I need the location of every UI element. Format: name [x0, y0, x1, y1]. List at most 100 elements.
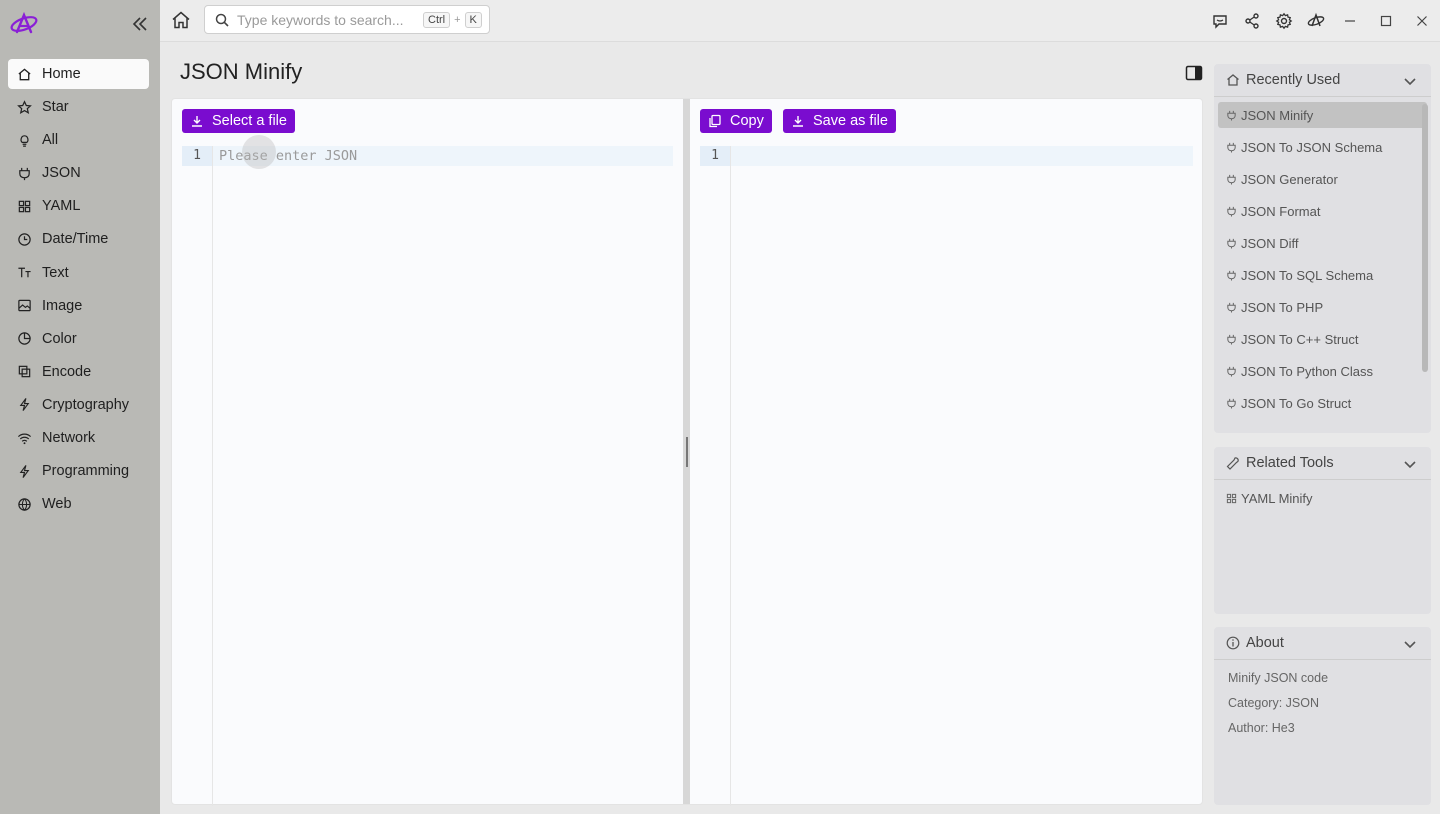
collapse-sidebar-icon[interactable] — [130, 14, 150, 34]
sidebar-item-yaml[interactable]: YAML — [8, 191, 149, 221]
list-item[interactable]: JSON To JSON Schema — [1218, 134, 1427, 160]
maximize-button[interactable] — [1368, 0, 1404, 42]
list-item-label: JSON To C++ Struct — [1241, 331, 1359, 347]
chevron-down-icon[interactable] — [1403, 457, 1417, 471]
sidebar-item-json[interactable]: JSON — [8, 158, 149, 188]
chevron-down-icon[interactable] — [1403, 74, 1417, 88]
related-tools-title: Related Tools — [1246, 455, 1334, 471]
sidebar-item-all[interactable]: All — [8, 125, 149, 155]
list-item-label: JSON To JSON Schema — [1241, 139, 1383, 155]
list-item[interactable]: JSON To Python Class — [1218, 358, 1427, 384]
image-icon — [18, 299, 31, 312]
grid-icon — [18, 200, 31, 213]
about-header[interactable]: About — [1214, 627, 1431, 660]
search-input[interactable] — [237, 11, 423, 28]
recently-used-list: JSON Minify JSON To JSON Schema JSON Gen… — [1214, 97, 1431, 416]
braces-icon — [1227, 238, 1236, 249]
wifi-icon — [17, 433, 32, 444]
mouse-cursor-indicator — [242, 135, 276, 169]
braces-icon — [1227, 302, 1236, 313]
about-title: About — [1246, 635, 1284, 651]
bolt-icon — [19, 398, 30, 412]
list-item[interactable]: YAML Minify — [1218, 485, 1427, 511]
sidebar-item-label: Date/Time — [42, 231, 109, 248]
select-file-label: Select a file — [212, 113, 287, 129]
share-button[interactable] — [1236, 0, 1268, 42]
sidebar-item-encode[interactable]: Encode — [8, 357, 149, 387]
sidebar-item-label: Home — [42, 66, 81, 82]
home-icon[interactable] — [170, 9, 192, 31]
top-right-controls — [1204, 0, 1440, 42]
search-box[interactable]: Ctrl + K — [204, 5, 490, 34]
copy-label: Copy — [730, 113, 764, 129]
sidebar-item-programming[interactable]: Programming — [8, 456, 149, 486]
input-pane: Select a file 1 Please enter JSON — [172, 99, 683, 806]
scrollbar-thumb[interactable] — [1422, 104, 1428, 372]
sidebar-item-label: Star — [42, 99, 69, 116]
sidebar-item-star[interactable]: Star — [8, 92, 149, 122]
clock-icon — [18, 233, 31, 246]
list-item[interactable]: JSON To C++ Struct — [1218, 326, 1427, 352]
sidebar-item-label: All — [42, 132, 59, 149]
list-item[interactable]: JSON To PHP — [1218, 294, 1427, 320]
sidebar-item-label: Text — [42, 264, 69, 281]
app-logo-icon[interactable] — [8, 10, 40, 38]
feedback-button[interactable] — [1204, 0, 1236, 42]
about-panel: About Minify JSON code Category: JSON Au… — [1214, 627, 1431, 805]
list-item-label: JSON To Go Struct — [1241, 395, 1352, 411]
braces-icon — [1227, 398, 1236, 409]
settings-button[interactable] — [1268, 0, 1300, 42]
list-item-label: JSON Diff — [1241, 235, 1299, 251]
list-item-label: YAML Minify — [1241, 490, 1313, 506]
bolt-icon — [19, 464, 30, 478]
about-category: Category: JSON — [1228, 696, 1320, 710]
list-item-label: JSON To PHP — [1241, 299, 1324, 315]
braces-icon — [1227, 142, 1236, 153]
copy-button[interactable]: Copy — [700, 109, 772, 133]
line-number: 1 — [182, 146, 212, 166]
text-icon — [18, 267, 31, 278]
list-item[interactable]: JSON To SQL Schema — [1218, 262, 1427, 288]
list-item[interactable]: JSON Format — [1218, 198, 1427, 224]
list-item[interactable]: JSON Minify — [1218, 102, 1427, 128]
sidebar-item-color[interactable]: Color — [8, 324, 149, 354]
sidebar-item-network[interactable]: Network — [8, 423, 149, 453]
line-gutter — [182, 146, 213, 806]
braces-icon — [19, 167, 30, 180]
list-item-label: JSON To SQL Schema — [1241, 267, 1374, 283]
recently-used-header[interactable]: Recently Used — [1214, 64, 1431, 97]
about-content: Minify JSON code Category: JSON Author: … — [1214, 660, 1431, 741]
related-tools-header[interactable]: Related Tools — [1214, 447, 1431, 480]
sidebar-item-image[interactable]: Image — [8, 291, 149, 321]
select-file-button[interactable]: Select a file — [182, 109, 295, 133]
sidebar-item-label: Network — [42, 430, 96, 447]
list-item[interactable]: JSON Generator — [1218, 166, 1427, 192]
chevron-down-icon[interactable] — [1403, 637, 1417, 651]
minimize-button[interactable] — [1332, 0, 1368, 42]
braces-icon — [1227, 206, 1236, 217]
sidebar-item-label: Encode — [42, 363, 92, 380]
sidebar-item-home[interactable]: Home — [8, 59, 149, 89]
sidebar-item-datetime[interactable]: Date/Time — [8, 224, 149, 254]
sidebar-item-label: YAML — [42, 198, 81, 215]
recently-used-title: Recently Used — [1246, 72, 1341, 88]
bulb-icon — [20, 134, 29, 147]
input-editor-placeholder[interactable]: Please enter JSON — [219, 146, 357, 166]
sidebar-item-web[interactable]: Web — [8, 489, 149, 519]
sidebar-item-cryptography[interactable]: Cryptography — [8, 390, 149, 420]
toggle-side-panel-icon[interactable] — [1185, 64, 1203, 82]
close-icon — [1417, 16, 1427, 26]
list-item[interactable]: JSON To Go Struct — [1218, 390, 1427, 416]
list-item[interactable]: JSON Diff — [1218, 230, 1427, 256]
wrench-icon — [1226, 457, 1239, 470]
close-button[interactable] — [1404, 0, 1440, 42]
output-pane: Copy Save as file 1 — [690, 99, 1203, 806]
list-item-label: JSON Format — [1241, 203, 1321, 219]
sidebar-item-text[interactable]: Text — [8, 258, 149, 288]
save-as-file-button[interactable]: Save as file — [783, 109, 896, 133]
maximize-icon — [1380, 15, 1392, 27]
divider-handle[interactable] — [686, 437, 688, 467]
page-title: JSON Minify — [180, 59, 303, 84]
app-menu-button[interactable] — [1300, 0, 1332, 42]
search-icon — [215, 13, 229, 27]
